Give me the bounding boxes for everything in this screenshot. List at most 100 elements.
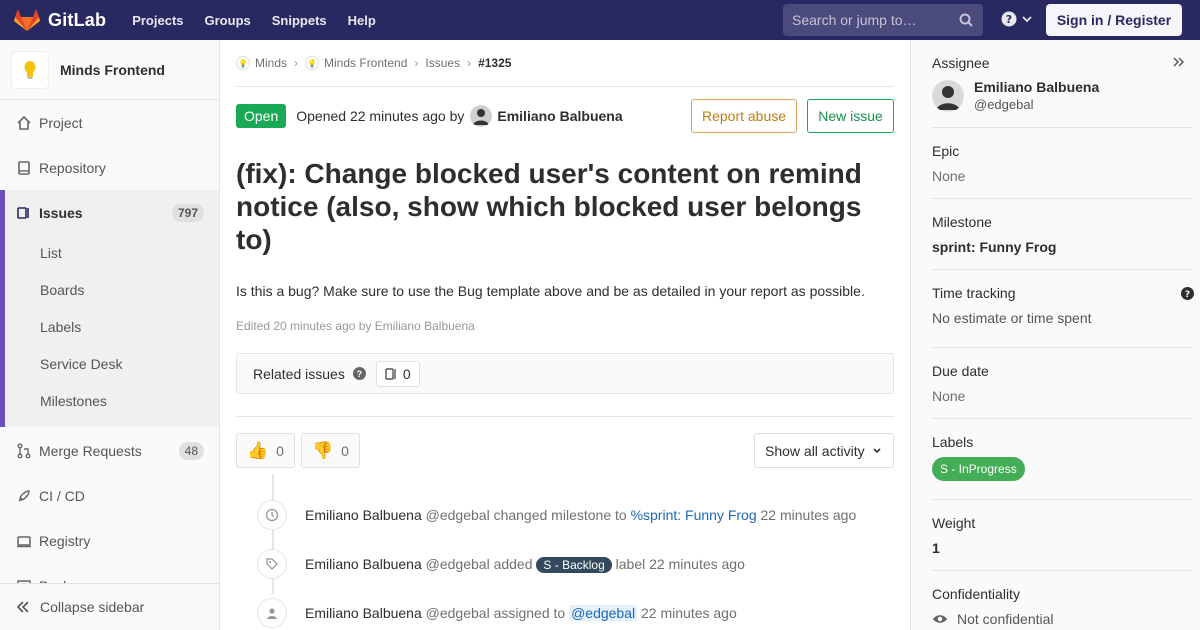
chevron-right-icon: › (294, 56, 299, 70)
assignee-name[interactable]: Emiliano Balbuena (974, 79, 1099, 95)
project-avatar (11, 50, 49, 89)
note-text: Emiliano Balbuena @edgebal changed miles… (305, 507, 856, 523)
sidebar-item-label: Repository (39, 159, 106, 176)
thumbs-up-button[interactable]: 👍 0 (236, 433, 295, 468)
activity-filter-label: Show all activity (765, 442, 865, 459)
related-issues-title: Related issues (253, 365, 345, 382)
collapse-sidebar-label: Collapse sidebar (40, 599, 145, 615)
milestone-link[interactable]: %sprint: Funny Frog (631, 507, 757, 523)
avatar[interactable] (470, 105, 493, 127)
author-name[interactable]: Emiliano Balbuena (497, 108, 622, 124)
tag-icon (257, 549, 287, 579)
sidebar-subitem-service-desk[interactable]: Service Desk (40, 356, 122, 372)
note-author[interactable]: Emiliano Balbuena (305, 507, 422, 523)
note-text: Emiliano Balbuena @edgebal assigned to @… (305, 605, 737, 621)
note-handle[interactable]: @edgebal (426, 605, 490, 621)
sign-in-button[interactable]: Sign in / Register (1046, 4, 1182, 36)
note-handle[interactable]: @edgebal (426, 556, 490, 572)
time-tracking-value: No estimate or time spent (932, 310, 1092, 326)
project-header[interactable]: Minds Frontend (0, 40, 219, 100)
collapse-sidebar-button[interactable]: Collapse sidebar (0, 583, 219, 630)
chevron-right-icon: › (467, 56, 472, 70)
new-issue-button[interactable]: New issue (807, 99, 894, 133)
sidebar-item-repository[interactable]: Repository (0, 145, 219, 190)
question-circle-icon[interactable]: ? (352, 367, 366, 380)
weight-block: Weight 1 (932, 515, 1192, 556)
right-sidebar: Assignee Emiliano Balbuena @edgebal Epic… (910, 40, 1200, 630)
related-issues-panel: Related issues ? 0 (236, 353, 894, 394)
eye-icon (933, 615, 947, 623)
due-date-value: None (932, 388, 966, 404)
gitlab-home-link[interactable]: GitLab (14, 0, 106, 40)
sidebar-item-label: Issues (39, 204, 83, 221)
related-issues-count[interactable]: 0 (375, 360, 420, 387)
double-chevron-left-icon (16, 601, 29, 613)
breadcrumb: 💡 Minds › 💡 Minds Frontend › Issues › #1… (236, 40, 894, 87)
epic-value: None (932, 168, 966, 184)
sidebar-item-registry[interactable]: Registry (0, 518, 219, 563)
report-abuse-button[interactable]: Report abuse (691, 99, 797, 133)
question-circle-icon[interactable]: ? (1181, 287, 1194, 300)
label-chip[interactable]: S - Backlog (536, 557, 612, 573)
note-text: Emiliano Balbuena @edgebal added S - Bac… (305, 556, 745, 573)
divider (932, 570, 1192, 571)
note-action: assigned to (493, 605, 566, 621)
svg-text:?: ? (1185, 290, 1190, 300)
sidebar-subitem-labels[interactable]: Labels (40, 319, 81, 335)
breadcrumb-group[interactable]: 💡 Minds (236, 56, 287, 70)
sidebar-subitem-milestones[interactable]: Milestones (40, 393, 107, 409)
note-time: 22 minutes ago (760, 507, 857, 523)
chevron-down-icon (873, 447, 881, 453)
sidebar-item-issues[interactable]: Issues 797 (0, 190, 219, 235)
breadcrumb-project[interactable]: 💡 Minds Frontend (305, 56, 407, 70)
nav-links: Projects Groups Snippets Help (132, 13, 397, 28)
chevron-down-icon (1022, 16, 1032, 23)
avatar[interactable] (932, 79, 964, 112)
thumbs-down-button[interactable]: 👎 0 (301, 433, 360, 468)
note-handle[interactable]: @edgebal (426, 507, 490, 523)
nav-help[interactable]: Help (348, 13, 376, 28)
timeline-note: Emiliano Balbuena @edgebal added S - Bac… (236, 549, 894, 579)
issue-description: Is this a bug? Make sure to use the Bug … (236, 283, 865, 299)
confidentiality-block: Confidentiality Not confidential (932, 586, 1192, 627)
merge-request-icon (17, 443, 31, 458)
note-action: changed milestone to (493, 507, 627, 523)
left-sidebar: Minds Frontend Project Repository Issues… (0, 40, 220, 630)
note-author[interactable]: Emiliano Balbuena (305, 556, 422, 572)
note-author[interactable]: Emiliano Balbuena (305, 605, 422, 621)
lightbulb-icon (24, 60, 36, 79)
weight-title: Weight (932, 515, 976, 531)
breadcrumb-issues[interactable]: Issues (425, 56, 460, 70)
time-tracking-block: Time tracking ? No estimate or time spen… (932, 285, 1194, 326)
sidebar-item-project[interactable]: Project (0, 100, 219, 145)
help-dropdown[interactable]: ? (1001, 11, 1033, 27)
nav-projects[interactable]: Projects (132, 13, 183, 28)
activity-filter-dropdown[interactable]: Show all activity (754, 433, 894, 468)
project-name: Minds Frontend (60, 61, 165, 78)
nav-snippets[interactable]: Snippets (272, 13, 327, 28)
label-pill[interactable]: S - InProgress (932, 457, 1025, 481)
due-date-block: Due date None (932, 363, 1192, 404)
note-action: added (493, 556, 533, 572)
status-badge: Open (236, 104, 287, 128)
home-icon (17, 115, 31, 130)
clock-icon (257, 500, 287, 530)
search-input[interactable]: Search or jump to… (783, 4, 983, 36)
sidebar-item-merge-requests[interactable]: Merge Requests 48 (0, 428, 219, 473)
sidebar-item-ci-cd[interactable]: CI / CD (0, 473, 219, 518)
divider (236, 416, 894, 417)
thumbs-down-count: 0 (341, 442, 349, 459)
breadcrumb-current[interactable]: #1325 (478, 56, 511, 70)
assignee-title: Assignee (932, 55, 990, 71)
rocket-icon (18, 489, 30, 502)
weight-value: 1 (932, 540, 940, 556)
nav-groups[interactable]: Groups (205, 13, 251, 28)
sidebar-subitem-list[interactable]: List (40, 245, 62, 261)
user-mention[interactable]: @edgebal (569, 605, 638, 621)
container-icon (17, 535, 31, 547)
divider (932, 499, 1192, 500)
milestone-value[interactable]: sprint: Funny Frog (932, 239, 1192, 255)
sidebar-subitem-boards[interactable]: Boards (40, 282, 84, 298)
note-suffix: label (615, 556, 646, 572)
note-time: 22 minutes ago (649, 556, 745, 572)
